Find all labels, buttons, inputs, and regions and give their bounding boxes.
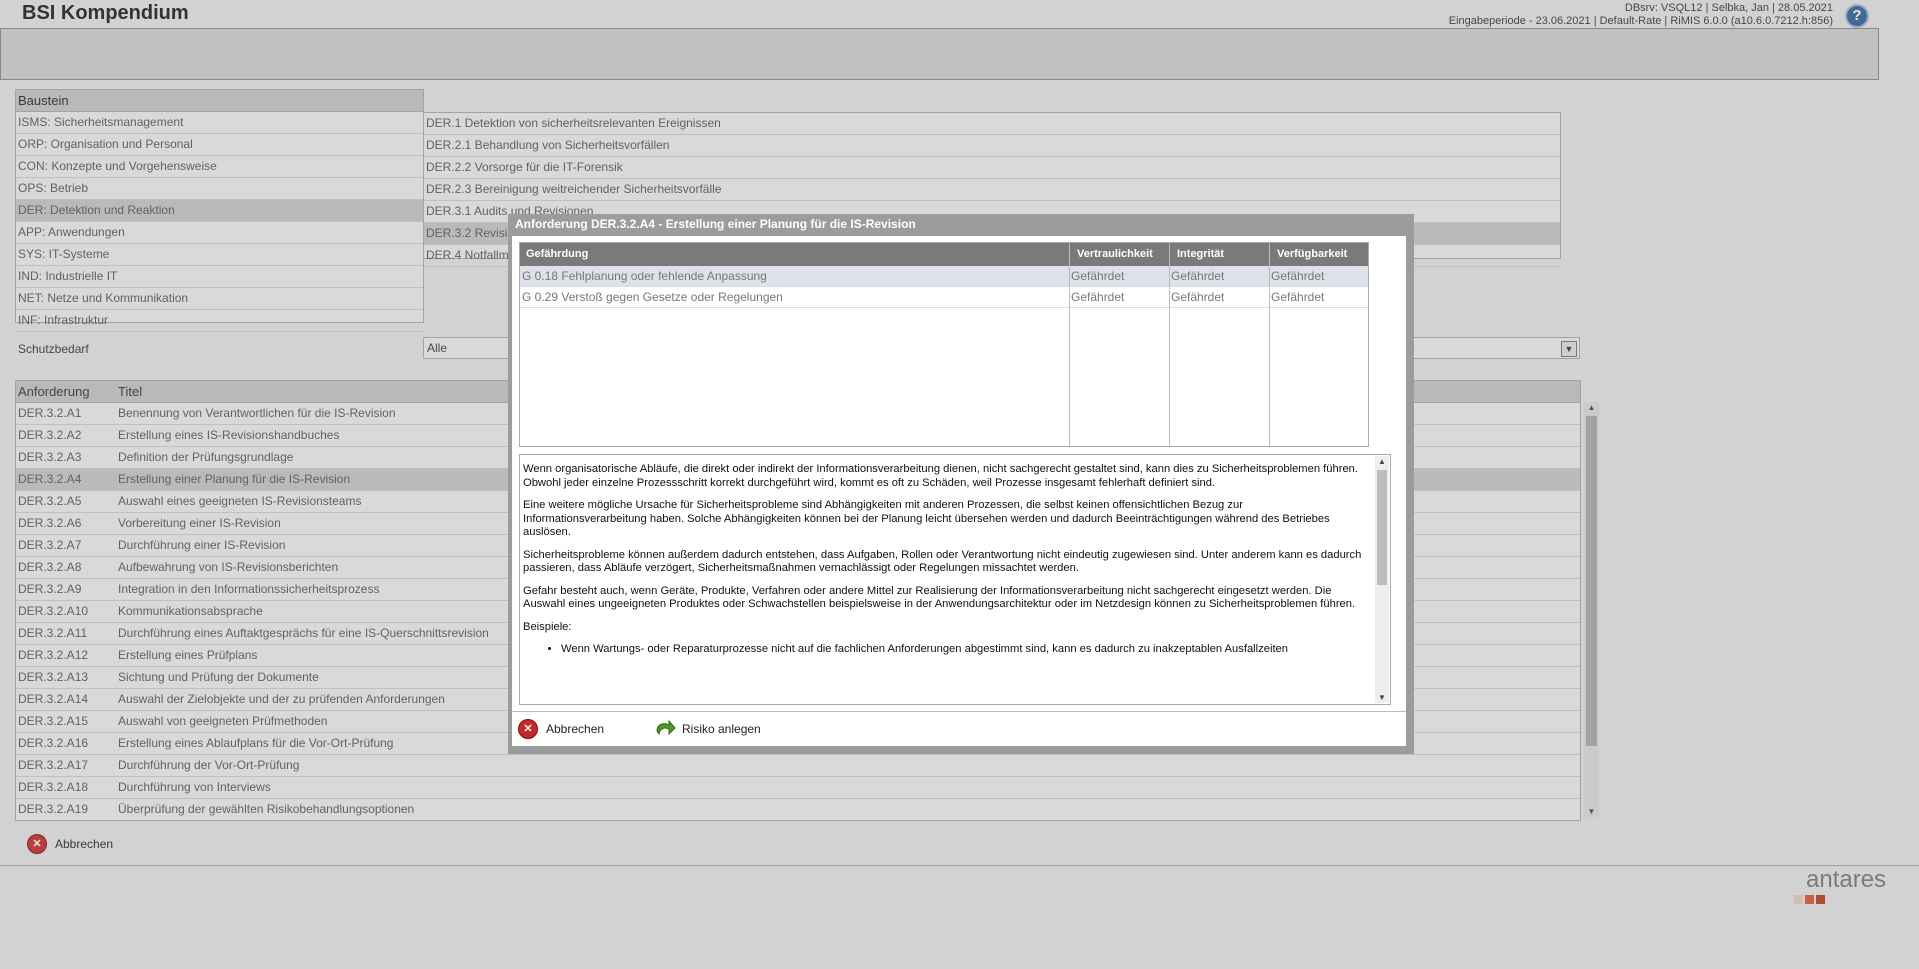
- description-list: Wenn Wartungs- oder Reparaturprozesse ni…: [523, 643, 1368, 657]
- requirement-dialog: Anforderung DER.3.2.A4 - Erstellung eine…: [508, 214, 1414, 754]
- hazard-integrity: Gefährdet: [1171, 269, 1225, 283]
- scroll-down-icon[interactable]: ▼: [1375, 693, 1389, 702]
- create-risk-button[interactable]: Risiko anlegen: [654, 719, 761, 739]
- hazard-availability: Gefährdet: [1271, 290, 1325, 304]
- hazard-description[interactable]: Wenn organisatorische Abläufe, die direk…: [519, 454, 1391, 705]
- scrollbar-thumb[interactable]: [1377, 470, 1387, 585]
- create-risk-label: Risiko anlegen: [682, 722, 761, 736]
- column-divider: [1169, 243, 1170, 446]
- hazard-row[interactable]: G 0.29 Verstoß gegen Gesetze oder Regelu…: [520, 287, 1368, 308]
- cancel-icon: ✕: [518, 719, 538, 739]
- hazard-name: G 0.18 Fehlplanung oder fehlende Anpassu…: [522, 269, 767, 283]
- hazard-name: G 0.29 Verstoß gegen Gesetze oder Regelu…: [522, 290, 783, 304]
- hazard-confidentiality: Gefährdet: [1071, 290, 1125, 304]
- dialog-cancel-label: Abbrechen: [546, 722, 605, 736]
- description-paragraph: Eine weitere mögliche Ursache für Sicher…: [523, 499, 1330, 538]
- dialog-body: Gefährdung Vertraulichkeit Integrität Ve…: [512, 236, 1406, 746]
- column-divider: [1069, 243, 1070, 446]
- column-header-vertraulichkeit[interactable]: Vertraulichkeit: [1077, 243, 1153, 266]
- description-scrollbar[interactable]: ▲ ▼: [1375, 456, 1389, 703]
- description-paragraph: Beispiele:: [523, 620, 572, 633]
- dialog-title: Anforderung DER.3.2.A4 - Erstellung eine…: [515, 217, 916, 231]
- description-list-item: Wenn Wartungs- oder Reparaturprozesse ni…: [561, 643, 1368, 657]
- description-paragraph: Gefahr besteht auch, wenn Geräte, Produk…: [523, 584, 1356, 611]
- column-divider: [1269, 243, 1270, 446]
- hazard-table: Gefährdung Vertraulichkeit Integrität Ve…: [519, 242, 1369, 447]
- column-header-verfuegbarkeit[interactable]: Verfügbarkeit: [1277, 243, 1347, 266]
- dialog-divider: [512, 711, 1406, 712]
- hazard-row[interactable]: G 0.18 Fehlplanung oder fehlende Anpassu…: [520, 266, 1368, 287]
- hazard-availability: Gefährdet: [1271, 269, 1325, 283]
- description-paragraph: Sicherheitsprobleme können außerdem dadu…: [523, 548, 1362, 575]
- dialog-cancel-button[interactable]: ✕ Abbrechen: [518, 719, 604, 739]
- hazard-integrity: Gefährdet: [1171, 290, 1225, 304]
- hazard-description-text: Wenn organisatorische Abläufe, die direk…: [523, 463, 1368, 657]
- green-arrow-icon: [656, 719, 676, 736]
- column-header-gefaehrdung[interactable]: Gefährdung: [526, 243, 588, 266]
- scroll-up-icon[interactable]: ▲: [1375, 457, 1389, 466]
- description-paragraph: Wenn organisatorische Abläufe, die direk…: [523, 463, 1358, 489]
- hazard-confidentiality: Gefährdet: [1071, 269, 1125, 283]
- hazard-table-header: Gefährdung Vertraulichkeit Integrität Ve…: [520, 243, 1368, 266]
- column-header-integritaet[interactable]: Integrität: [1177, 243, 1224, 266]
